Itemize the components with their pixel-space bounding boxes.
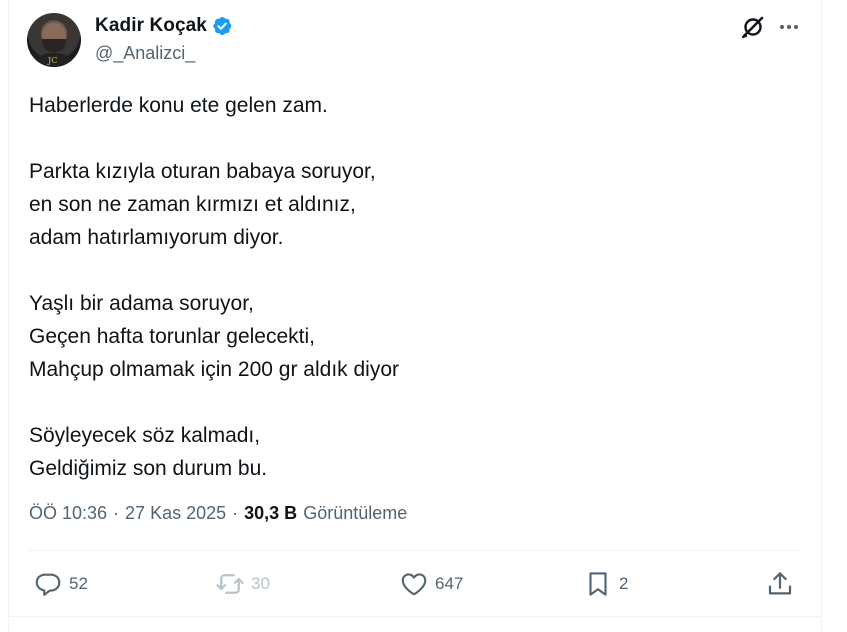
action-bar: 52 30 647 2: [0, 566, 847, 602]
views-count[interactable]: 30,3 B: [244, 503, 297, 524]
bookmark-icon: [589, 572, 607, 596]
repost-count: 30: [251, 574, 270, 593]
tweet-date[interactable]: 27 Kas 2025: [125, 503, 226, 524]
card-bottom-border: [8, 616, 822, 617]
avatar-beard: [42, 39, 66, 53]
like-button[interactable]: 647: [399, 566, 463, 602]
reply-button[interactable]: 52: [33, 566, 88, 602]
views-label: Görüntüleme: [303, 503, 408, 523]
bookmark-button[interactable]: 2: [583, 566, 628, 602]
avatar[interactable]: JC: [27, 13, 81, 67]
tweet-time[interactable]: ÖÖ 10:36: [29, 503, 107, 524]
verified-badge-icon[interactable]: [211, 15, 233, 37]
display-name[interactable]: Kadir Koçak: [95, 15, 207, 37]
reply-count: 52: [69, 574, 88, 593]
bookmark-count: 2: [619, 574, 629, 593]
more-dot: [794, 25, 798, 29]
author-name-row[interactable]: Kadir Koçak: [95, 15, 233, 37]
share-icon: [768, 572, 792, 595]
tweet-text: Haberlerde konu ete gelen zam. Parkta kı…: [29, 94, 400, 480]
meta-separator: ·: [113, 503, 120, 523]
grok-icon[interactable]: [740, 14, 766, 40]
repost-icon: [216, 574, 244, 594]
more-dot: [780, 25, 784, 29]
like-count: 647: [435, 574, 464, 593]
more-dot: [787, 25, 791, 29]
share-button[interactable]: [765, 566, 795, 602]
avatar-logo: JC: [48, 56, 58, 65]
heart-icon: [401, 573, 427, 596]
divider: [28, 550, 802, 551]
reply-icon: [35, 573, 61, 596]
meta-separator: ·: [232, 503, 239, 523]
more-horizontal-icon[interactable]: [776, 14, 802, 40]
author-handle[interactable]: @_Analizci_: [95, 43, 195, 64]
repost-button[interactable]: 30: [215, 566, 270, 602]
tweet-meta: ÖÖ 10:36 · 27 Kas 2025 · 30,3 B Görüntül…: [29, 503, 407, 524]
